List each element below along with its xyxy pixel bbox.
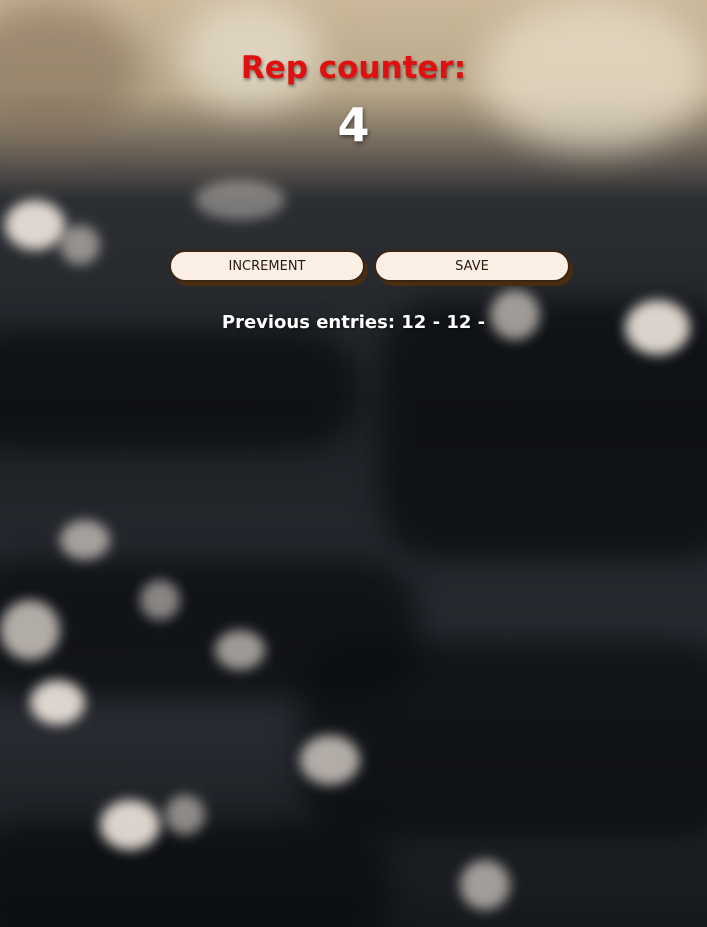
save-button[interactable]: SAVE [374,250,570,282]
previous-entries-text: Previous entries: 12 - 12 - [221,312,486,333]
page-title: Rep counter: [240,50,467,86]
increment-button[interactable]: INCREMENT [169,250,365,282]
rep-counter-app: Rep counter: 4 INCREMENT SAVE Previous e… [0,0,707,927]
rep-count-value: 4 [337,98,370,152]
